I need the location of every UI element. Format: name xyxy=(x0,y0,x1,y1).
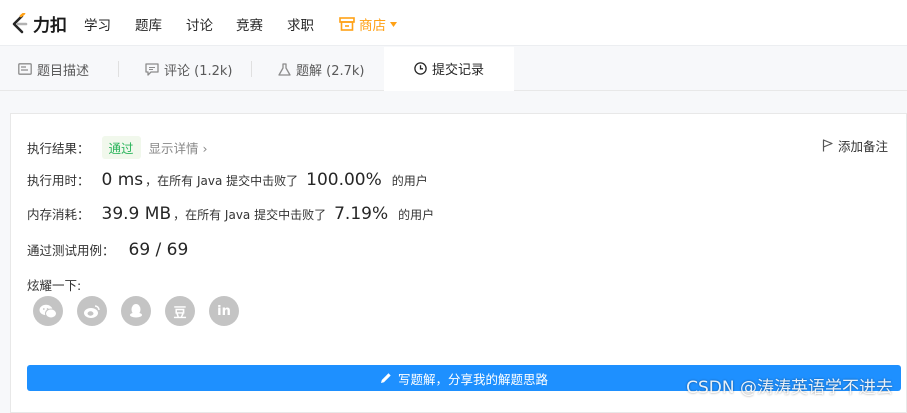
share-label-row: 炫耀一下: xyxy=(27,275,81,294)
leetcode-logo[interactable]: 力扣 xyxy=(9,11,67,36)
tab-solutions[interactable]: 题解 (2.7k) xyxy=(278,47,364,91)
wechat-share-button[interactable] xyxy=(33,296,63,326)
memory-row: 内存消耗： 39.9 MB ，在所有 Java 提交中击败了 7.19% 的用户 xyxy=(27,204,434,224)
result-label: 执行结果： xyxy=(27,141,90,156)
memory-percent: 7.19% xyxy=(334,204,389,224)
chevron-down-icon xyxy=(390,21,397,27)
runtime-mid-text: ，在所有 Java 提交中击败了 xyxy=(145,174,299,188)
tab-description[interactable]: 题目描述 xyxy=(18,47,89,91)
memory-label: 内存消耗： xyxy=(27,207,90,222)
status-badge: 通过 xyxy=(101,136,141,159)
wechat-icon xyxy=(39,304,57,318)
clock-icon xyxy=(414,62,427,75)
write-solution-label: 写题解，分享我的解题思路 xyxy=(397,371,548,387)
testcase-label: 通过测试用例： xyxy=(27,243,115,258)
problem-tabbar: 题目描述 评论 (1.2k) 题解 (2.7k) 提交记录 xyxy=(0,47,907,91)
nav-item-jobs[interactable]: 求职 xyxy=(287,14,314,34)
tab-divider xyxy=(251,61,252,77)
runtime-suffix: 的用户 xyxy=(391,174,428,188)
weibo-icon xyxy=(84,304,100,318)
testcase-value: 69 / 69 xyxy=(128,240,189,260)
flag-icon xyxy=(822,139,833,152)
testcase-row: 通过测试用例： 69 / 69 xyxy=(27,240,188,260)
tab-comments-label: 评论 (1.2k) xyxy=(164,63,233,79)
tab-solutions-label: 题解 (2.7k) xyxy=(296,63,365,79)
nav-item-learn[interactable]: 学习 xyxy=(84,14,111,34)
runtime-value: 0 ms xyxy=(101,170,144,190)
tab-comments[interactable]: 评论 (1.2k) xyxy=(145,47,232,91)
submission-result-panel: 执行结果： 通过 显示详情 › 添加备注 执行用时： 0 ms ，在所有 Jav… xyxy=(10,113,907,413)
csdn-watermark: CSDN @涛涛英语学不进去 xyxy=(686,378,893,398)
top-nav: 力扣 学习 题库 讨论 竞赛 求职 商店 xyxy=(0,0,907,46)
result-row: 执行结果： 通过 显示详情 › xyxy=(27,136,208,159)
pencil-icon xyxy=(380,373,391,383)
share-buttons: 豆 in xyxy=(33,296,239,326)
show-details-link[interactable]: 显示详情 › xyxy=(149,138,208,157)
flask-icon xyxy=(278,62,291,76)
store-label: 商店 xyxy=(359,18,386,34)
runtime-percent: 100.00% xyxy=(306,170,382,190)
runtime-label: 执行用时： xyxy=(27,173,90,188)
runtime-row: 执行用时： 0 ms ，在所有 Java 提交中击败了 100.00% 的用户 xyxy=(27,170,428,190)
tab-divider xyxy=(118,61,119,77)
leetcode-logo-icon xyxy=(12,12,28,33)
nav-item-store[interactable]: 商店 xyxy=(339,14,397,34)
logo-text: 力扣 xyxy=(33,16,67,36)
qq-icon xyxy=(130,304,142,318)
nav-item-contest[interactable]: 竞赛 xyxy=(236,14,263,34)
add-note-label: 添加备注 xyxy=(837,139,888,154)
qq-share-button[interactable] xyxy=(121,296,151,326)
memory-mid-text: ，在所有 Java 提交中击败了 xyxy=(173,208,327,222)
weibo-share-button[interactable] xyxy=(77,296,107,326)
tab-submissions[interactable]: 提交记录 xyxy=(384,47,514,91)
nav-item-problems[interactable]: 题库 xyxy=(135,14,162,34)
memory-suffix: 的用户 xyxy=(398,208,435,222)
nav-item-discuss[interactable]: 讨论 xyxy=(186,14,213,34)
share-label: 炫耀一下: xyxy=(27,278,82,293)
add-note-button[interactable]: 添加备注 xyxy=(822,136,888,155)
description-icon xyxy=(18,63,32,75)
store-icon xyxy=(339,17,355,31)
tab-submissions-label: 提交记录 xyxy=(431,63,484,78)
linkedin-share-button[interactable]: in xyxy=(209,296,239,326)
memory-value: 39.9 MB xyxy=(101,204,172,224)
douban-icon: 豆 xyxy=(173,305,187,321)
douban-share-button[interactable]: 豆 xyxy=(165,296,195,326)
linkedin-icon: in xyxy=(217,303,231,319)
comment-icon xyxy=(145,62,159,76)
tab-description-label: 题目描述 xyxy=(37,63,90,79)
